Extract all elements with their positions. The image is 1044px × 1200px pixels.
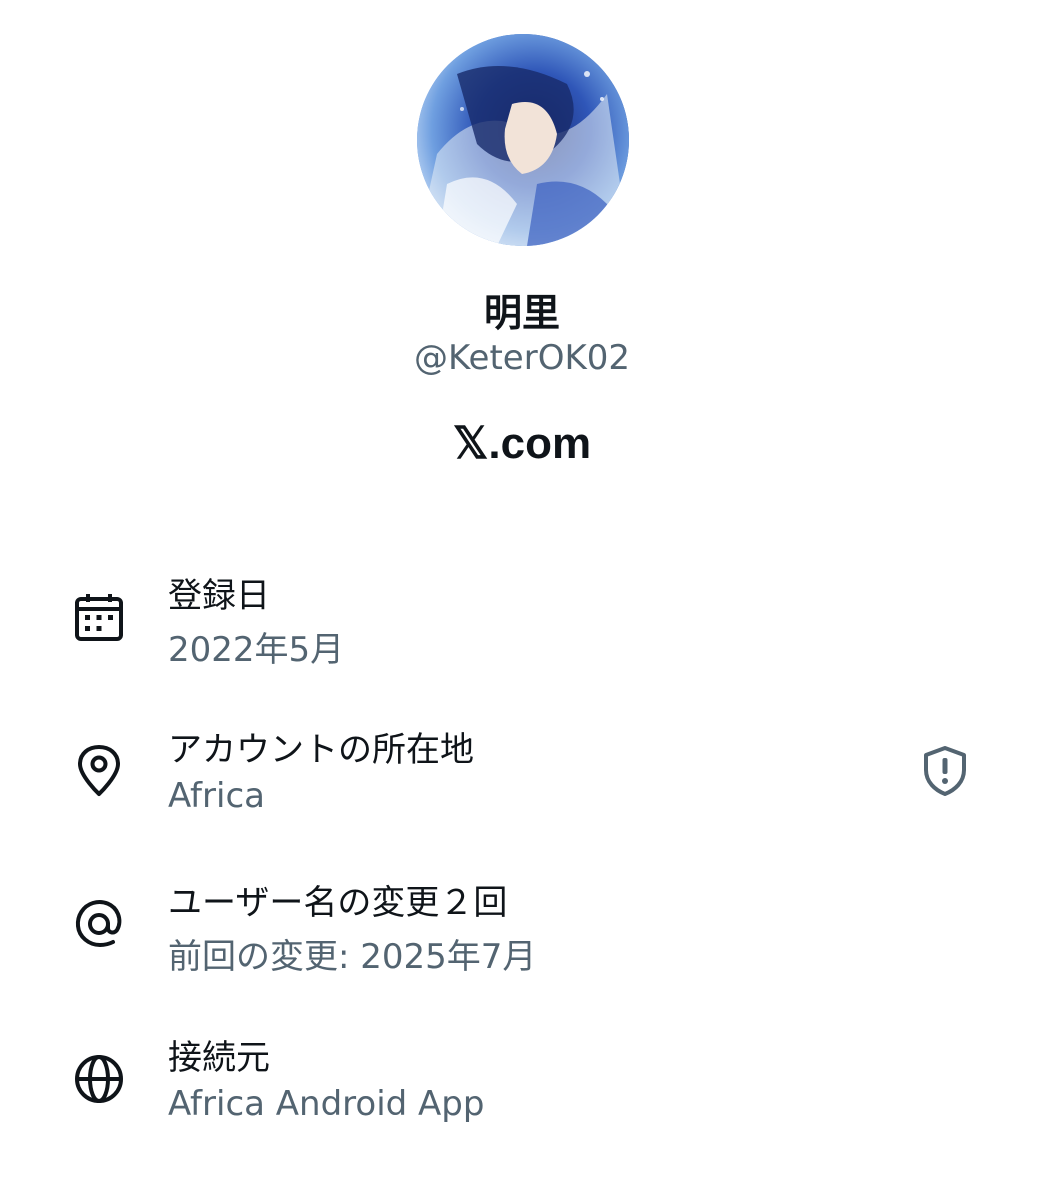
at-sign-icon — [72, 897, 126, 951]
profile-avatar[interactable] — [417, 34, 629, 246]
calendar-icon — [72, 590, 126, 644]
location-pin-icon — [72, 744, 126, 798]
username-changes-value: 前回の変更: 2025年7月 — [168, 937, 537, 977]
detail-row-joined: 登録日 2022年5月 — [0, 568, 1044, 688]
username-changes-label: ユーザー名の変更２回 — [168, 883, 508, 923]
display-name: 明里 — [483, 291, 560, 335]
detail-row-location: アカウントの所在地 Africa — [0, 722, 1044, 842]
connected-via-value: Africa Android App — [168, 1084, 485, 1124]
brand-logo-text: 𝕏.com — [452, 419, 592, 468]
username-handle: @KeterOK02 — [413, 338, 631, 378]
account-location-label: アカウントの所在地 — [168, 730, 474, 770]
avatar-image — [417, 34, 629, 246]
connected-via-label: 接続元 — [168, 1038, 270, 1078]
joined-value: 2022年5月 — [168, 630, 345, 670]
globe-icon — [72, 1052, 126, 1106]
joined-label: 登録日 — [168, 576, 270, 616]
detail-row-username-changes: ユーザー名の変更２回 前回の変更: 2025年7月 — [0, 875, 1044, 995]
account-location-value: Africa — [168, 776, 265, 816]
shield-alert-icon[interactable] — [918, 744, 972, 798]
detail-row-connected-via: 接続元 Africa Android App — [0, 1030, 1044, 1150]
